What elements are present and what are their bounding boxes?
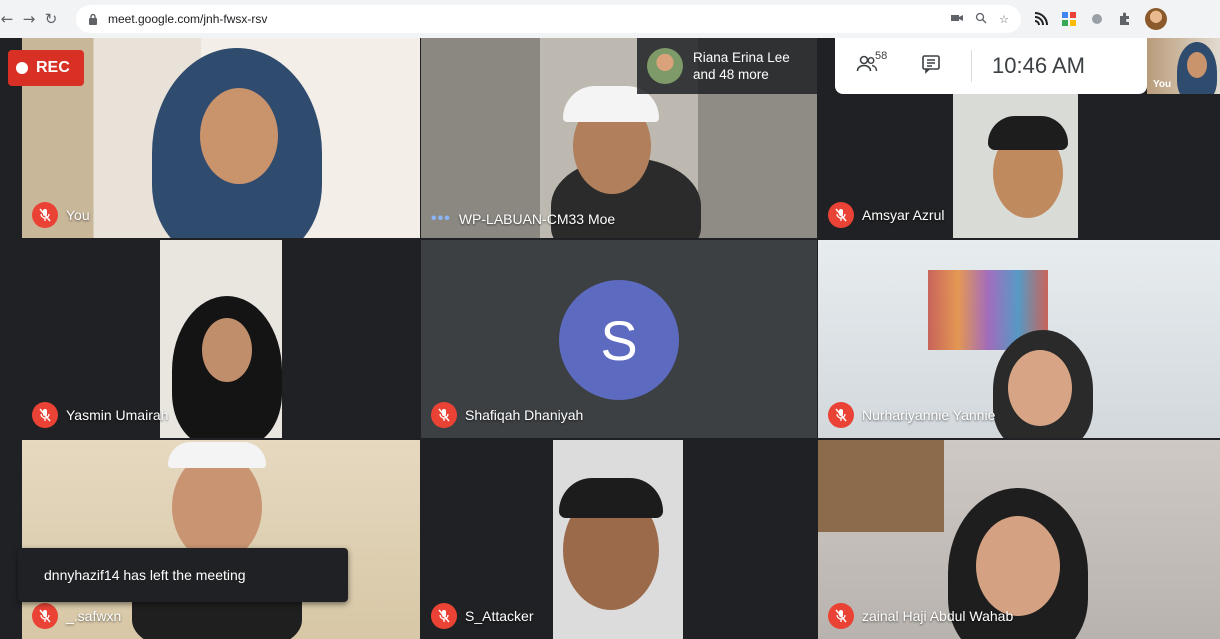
puzzle-icon[interactable] bbox=[1117, 11, 1133, 27]
meeting-clock: 10:46 AM bbox=[992, 53, 1085, 78]
presentation-presence-chip[interactable]: Riana Erina Lee and 48 more bbox=[637, 38, 835, 94]
lock-icon bbox=[86, 12, 100, 26]
cast-extension-icon[interactable] bbox=[1033, 11, 1049, 27]
participant-name: zainal Haji Abdul Wahab bbox=[862, 608, 1014, 624]
participant-mini-avatar bbox=[647, 48, 683, 84]
reload-icon[interactable]: ↻ bbox=[40, 8, 62, 30]
chat-button[interactable] bbox=[899, 38, 963, 94]
participant-tile-s-attacker[interactable]: S_Attacker bbox=[421, 440, 817, 639]
grid-extension-icon[interactable] bbox=[1061, 11, 1077, 27]
mic-off-icon bbox=[32, 603, 58, 629]
mic-off-icon bbox=[32, 402, 58, 428]
recording-label: REC bbox=[36, 59, 70, 76]
meeting-stage: You ••• WP-LABUAN-CM33 Moe Amsyar Azrul bbox=[0, 38, 1220, 639]
participant-name: Amsyar Azrul bbox=[862, 207, 945, 223]
address-bar[interactable]: meet.google.com/jnh-fwsx-rsv ☆ bbox=[76, 5, 1021, 33]
chat-icon bbox=[921, 54, 941, 79]
browser-toolbar: ← → ↻ meet.google.com/jnh-fwsx-rsv ☆ bbox=[0, 0, 1220, 38]
self-view-label: You bbox=[1153, 79, 1172, 90]
mic-off-icon bbox=[828, 603, 854, 629]
participant-name: Yasmin Umairah bbox=[66, 407, 169, 423]
recording-badge: REC bbox=[8, 50, 84, 86]
self-view-thumbnail[interactable]: You bbox=[1147, 38, 1220, 94]
record-dot-icon bbox=[16, 62, 28, 74]
participant-name: S_Attacker bbox=[465, 608, 534, 624]
participant-count: 58 bbox=[875, 50, 888, 62]
participant-tile-zainal[interactable]: zainal Haji Abdul Wahab bbox=[818, 440, 1220, 639]
participant-tile-safwxn[interactable]: _.safwxn bbox=[22, 440, 420, 639]
meeting-top-bar: 58 10:46 AM bbox=[835, 38, 1147, 94]
extension-icon[interactable] bbox=[1089, 11, 1105, 27]
profile-avatar[interactable] bbox=[1145, 8, 1167, 30]
presence-line-2: and 48 more bbox=[693, 67, 769, 82]
participant-tile-shafiqah[interactable]: S Shafiqah Dhaniyah bbox=[421, 240, 817, 438]
people-button[interactable]: 58 bbox=[835, 38, 899, 94]
participant-name: _.safwxn bbox=[66, 608, 122, 624]
forward-icon[interactable]: → bbox=[18, 8, 40, 30]
bookmark-star-icon[interactable]: ☆ bbox=[999, 13, 1009, 26]
participant-name: WP-LABUAN-CM33 Moe bbox=[458, 211, 616, 227]
participant-avatar: S bbox=[559, 280, 679, 400]
mic-off-icon bbox=[431, 603, 457, 629]
mic-off-icon bbox=[828, 402, 854, 428]
notification-toast: dnnyhazif14 has left the meeting bbox=[18, 548, 348, 602]
participant-name: Nurhariyannie Yannie bbox=[862, 407, 996, 423]
mic-off-icon bbox=[32, 202, 58, 228]
mic-off-icon bbox=[431, 402, 457, 428]
participant-tile-nurhariyannie[interactable]: Nurhariyannie Yannie bbox=[818, 240, 1220, 438]
participant-name: Shafiqah Dhaniyah bbox=[465, 407, 584, 423]
url-text: meet.google.com/jnh-fwsx-rsv bbox=[108, 12, 268, 26]
camera-icon[interactable] bbox=[951, 13, 964, 26]
speaking-indicator-icon: ••• bbox=[431, 210, 451, 227]
presence-line-1: Riana Erina Lee bbox=[693, 50, 790, 65]
divider bbox=[971, 50, 972, 82]
zoom-icon[interactable] bbox=[975, 12, 987, 27]
back-icon[interactable]: ← bbox=[0, 8, 18, 30]
participant-name: You bbox=[66, 207, 90, 223]
participant-tile-yasmin[interactable]: Yasmin Umairah bbox=[22, 240, 420, 438]
mic-off-icon bbox=[828, 202, 854, 228]
